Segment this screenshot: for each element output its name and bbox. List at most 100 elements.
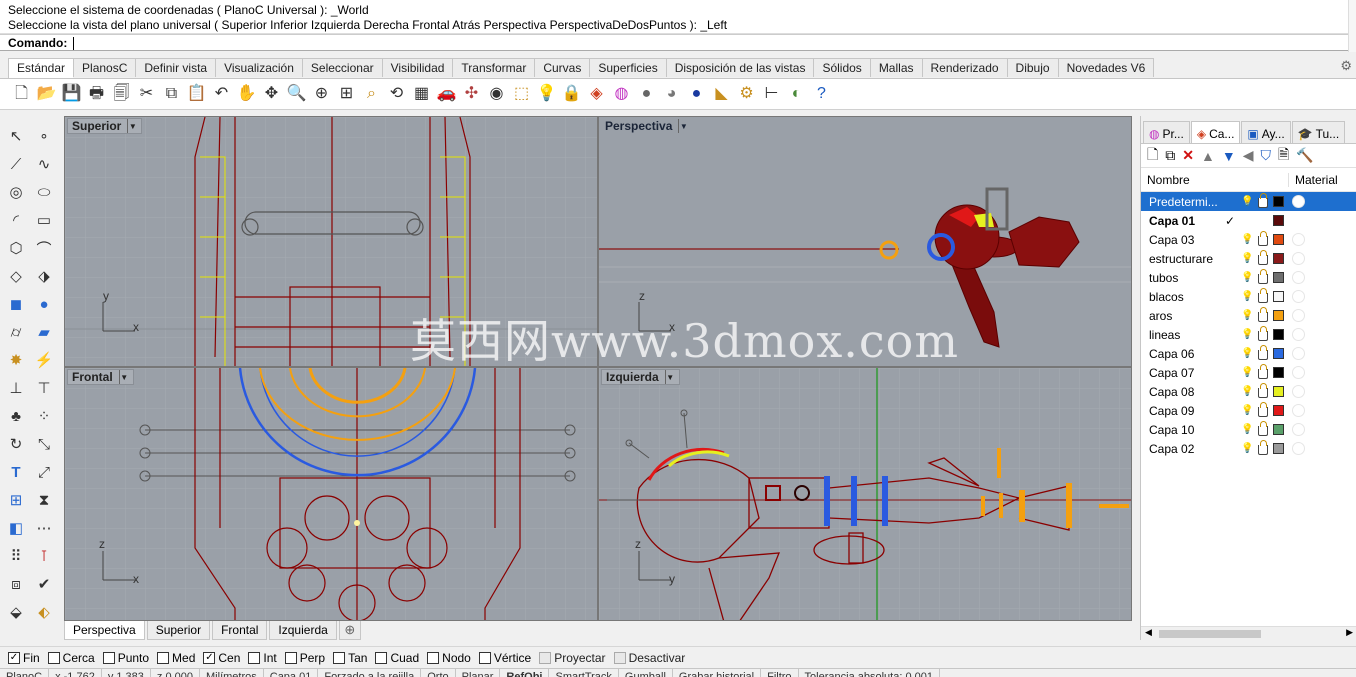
layer-row[interactable]: Capa 03 💡 xyxy=(1141,230,1356,249)
status-layer[interactable]: Capa 01 xyxy=(264,669,319,677)
checkbox[interactable] xyxy=(102,651,115,664)
layer-color-swatch[interactable] xyxy=(1273,291,1284,302)
osnap-cerca[interactable]: Cerca xyxy=(47,651,95,665)
arc-icon[interactable]: ◜ xyxy=(2,206,30,234)
new-file-icon[interactable]: 🗋 xyxy=(10,83,33,106)
layer-color-swatch[interactable] xyxy=(1273,272,1284,283)
osnap-desactivar[interactable]: Desactivar xyxy=(613,651,685,665)
render-sphere-icon[interactable]: ● xyxy=(685,83,708,106)
gear-icon[interactable]: ⚙ xyxy=(1340,58,1352,74)
rendered-sphere-icon[interactable]: ◕ xyxy=(660,83,683,106)
lightbulb-icon[interactable]: 💡 xyxy=(1241,253,1253,264)
dimension-tool-icon[interactable]: ⤢ xyxy=(30,458,58,486)
layer-name[interactable]: Capa 03 xyxy=(1141,233,1235,247)
print-icon[interactable]: 🖶 xyxy=(85,83,108,106)
dimension-icon[interactable]: ⊢ xyxy=(760,83,783,106)
panel-horizontal-scrollbar[interactable]: ◀ ▶ xyxy=(1141,626,1356,640)
add-viewport-icon[interactable]: ⊕ xyxy=(338,621,361,640)
text-icon[interactable]: T xyxy=(2,458,30,486)
layer-row[interactable]: Capa 06 💡 xyxy=(1141,344,1356,363)
ellipse-icon[interactable]: ⬭ xyxy=(30,178,58,206)
lock-icon[interactable]: 🔒 xyxy=(560,83,583,106)
script-icon[interactable]: ◐ xyxy=(785,83,808,106)
command-line[interactable]: Comando: xyxy=(0,34,1348,51)
four-viewports-icon[interactable]: ▦ xyxy=(410,83,433,106)
material-icon[interactable] xyxy=(1292,309,1305,322)
move-down-icon[interactable]: ▼ xyxy=(1222,148,1236,164)
material-icon[interactable] xyxy=(1292,252,1305,265)
analyze-icon[interactable]: ◣ xyxy=(710,83,733,106)
viewport-perspective[interactable]: x z Perspectiva ▼ xyxy=(598,116,1132,367)
material-icon[interactable] xyxy=(1292,423,1305,436)
tab-superficies[interactable]: Superficies xyxy=(589,58,666,77)
lightbulb-icon[interactable]: 💡 xyxy=(1241,348,1253,359)
lock-icon[interactable] xyxy=(1258,288,1268,303)
filter-icon[interactable]: ⛉ xyxy=(1261,147,1272,164)
chevron-down-icon[interactable]: ▼ xyxy=(118,370,129,384)
viewport-tab-perspectiva[interactable]: Perspectiva xyxy=(64,621,145,640)
tab-novedades-v6[interactable]: Novedades V6 xyxy=(1057,58,1155,77)
layer-color-swatch[interactable] xyxy=(1273,424,1284,435)
analyze-direction-icon[interactable]: ⧈ xyxy=(2,570,30,598)
status-gumball[interactable]: Gumball xyxy=(619,669,673,677)
scrollbar-thumb[interactable] xyxy=(1159,630,1261,638)
layer-row[interactable]: Predetermi... 💡 xyxy=(1141,192,1356,211)
osnap-nodo[interactable]: Nodo xyxy=(427,651,471,665)
command-history-scrollbar[interactable] xyxy=(1348,0,1356,52)
lightbulb-icon[interactable]: 💡 xyxy=(1241,329,1253,340)
paint-icon[interactable]: ⬖ xyxy=(30,598,58,626)
layer-color-swatch[interactable] xyxy=(1273,215,1284,226)
scroll-right-icon[interactable]: ▶ xyxy=(1346,627,1353,638)
checkbox[interactable] xyxy=(284,651,297,664)
lock-icon[interactable] xyxy=(1258,345,1268,360)
select-arrow-icon[interactable]: ↖ xyxy=(2,122,30,150)
osnap-punto[interactable]: Punto xyxy=(102,651,149,665)
rotate-icon[interactable]: ↻ xyxy=(2,430,30,458)
zoom-extents-icon[interactable]: ⊞ xyxy=(335,83,358,106)
material-icon[interactable] xyxy=(1292,385,1305,398)
point-icon[interactable]: ∘ xyxy=(30,122,58,150)
checkbox[interactable] xyxy=(47,651,60,664)
layer-name[interactable]: aros xyxy=(1141,309,1235,323)
lightbulb-icon[interactable]: 💡 xyxy=(1241,386,1253,397)
osnap-perp[interactable]: Perp xyxy=(284,651,325,665)
mesh-icon[interactable]: ▰ xyxy=(30,318,58,346)
layer-name[interactable]: estructurare xyxy=(1141,252,1235,266)
delete-layer-icon[interactable]: ✕ xyxy=(1182,147,1194,164)
tab-visualizacion[interactable]: Visualización xyxy=(215,58,302,77)
status-cplane[interactable]: PlanoC xyxy=(0,669,50,677)
join-icon[interactable]: ⊤ xyxy=(30,374,58,402)
tools-icon[interactable]: 🔨 xyxy=(1296,147,1313,164)
status-ortho[interactable]: Orto xyxy=(421,669,456,677)
scroll-left-icon[interactable]: ◀ xyxy=(1145,627,1152,638)
tab-estandar[interactable]: Estándar xyxy=(8,58,74,78)
cut-icon[interactable]: ✂ xyxy=(135,83,158,106)
lock-icon[interactable] xyxy=(1258,364,1268,379)
group-icon[interactable]: ♣ xyxy=(2,402,30,430)
layer-name[interactable]: Capa 08 xyxy=(1141,385,1235,399)
lock-icon[interactable] xyxy=(1258,231,1268,246)
color-wheel-icon[interactable]: ◍ xyxy=(610,83,633,106)
lightbulb-icon[interactable]: 💡 xyxy=(1241,291,1253,302)
status-units[interactable]: Milímetros xyxy=(200,669,264,677)
circle-icon[interactable]: ◎ xyxy=(2,178,30,206)
new-layer-icon[interactable]: 🗋 xyxy=(1147,144,1158,168)
layer-row[interactable]: blacos 💡 xyxy=(1141,287,1356,306)
lock-icon[interactable] xyxy=(1258,307,1268,322)
layer-color-swatch[interactable] xyxy=(1273,234,1284,245)
options-gears-icon[interactable]: ⚙ xyxy=(735,83,758,106)
material-icon[interactable] xyxy=(1292,328,1305,341)
move-to-parent-icon[interactable]: ◀ xyxy=(1243,147,1254,164)
lock-icon[interactable] xyxy=(1258,440,1268,455)
undo-view-icon[interactable]: ⟲ xyxy=(385,83,408,106)
tab-disposicion-vistas[interactable]: Disposición de las vistas xyxy=(665,58,814,77)
layer-name[interactable]: Capa 07 xyxy=(1141,366,1235,380)
column-header-material[interactable]: Material xyxy=(1289,173,1338,187)
checkbox[interactable] xyxy=(427,651,440,664)
move-up-icon[interactable]: ▲ xyxy=(1201,148,1215,164)
viewport-front[interactable]: x z Frontal ▼ xyxy=(64,367,598,621)
layer-name[interactable]: Capa 10 xyxy=(1141,423,1235,437)
layer-color-swatch[interactable] xyxy=(1273,443,1284,454)
layer-name[interactable]: blacos xyxy=(1141,290,1235,304)
osnap-tan[interactable]: Tan xyxy=(333,651,367,665)
